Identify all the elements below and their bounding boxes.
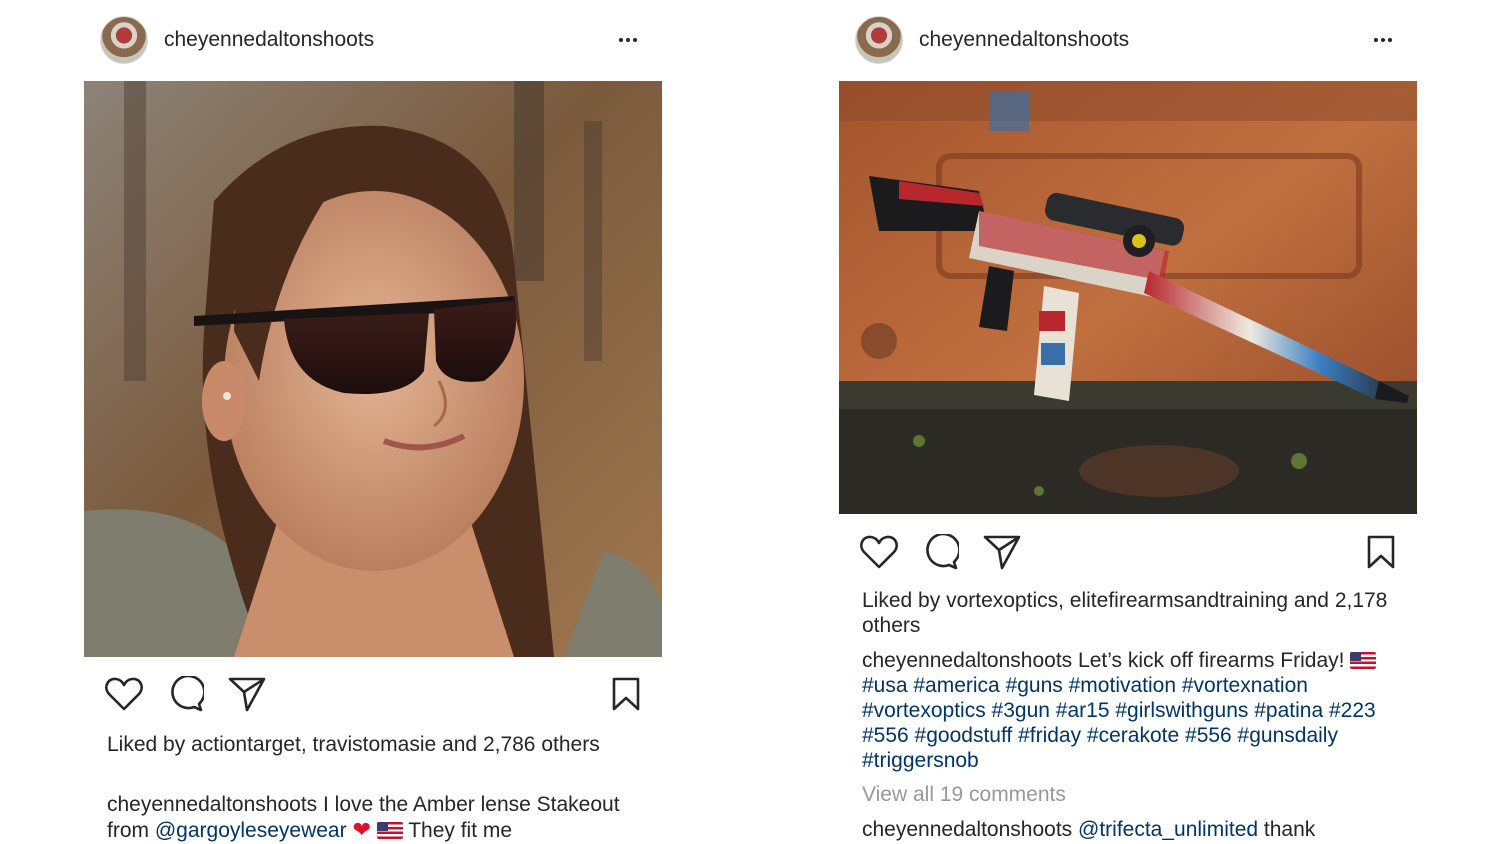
liked-by-user[interactable]: vortexoptics xyxy=(946,589,1058,612)
bookmark-icon[interactable] xyxy=(1359,530,1403,574)
post-header: cheyennedaltonshoots xyxy=(839,0,1417,81)
comment: cheyennedaltonshoots @trifecta_unlimited… xyxy=(862,817,1402,842)
more-options-icon[interactable] xyxy=(614,26,642,54)
caption-text: Let’s kick off firearms Friday! xyxy=(1078,649,1345,672)
us-flag-emoji-icon xyxy=(376,822,403,839)
post-header: cheyennedaltonshoots xyxy=(84,0,662,81)
comment-icon[interactable] xyxy=(919,530,963,574)
view-all-comments-link[interactable]: View all 19 comments xyxy=(862,782,1402,807)
us-flag-emoji-icon xyxy=(1350,652,1377,669)
likes-prefix: Liked by xyxy=(107,733,186,756)
likes-separator: , xyxy=(1058,589,1064,612)
post-actions xyxy=(84,672,662,716)
caption-username[interactable]: cheyennedaltonshoots xyxy=(862,649,1072,672)
red-heart-emoji-icon: ❤ xyxy=(352,817,371,842)
likes-prefix: Liked by xyxy=(862,589,941,612)
comment-mention[interactable]: @trifecta_unlimited xyxy=(1078,818,1258,841)
caption: cheyennedaltonshoots I love the Amber le… xyxy=(107,792,647,843)
likes-and: and xyxy=(442,733,478,756)
comment-username[interactable]: cheyennedaltonshoots xyxy=(862,818,1072,841)
post-left: cheyennedaltonshoots Liked by actiontarg… xyxy=(84,0,662,844)
share-icon[interactable] xyxy=(225,672,269,716)
heart-icon[interactable] xyxy=(102,672,146,716)
liked-by-user[interactable]: elitefirearmsandtraining xyxy=(1070,589,1288,612)
avatar[interactable] xyxy=(855,16,903,64)
likes-others[interactable]: others xyxy=(541,733,599,756)
caption-username[interactable]: cheyennedaltonshoots xyxy=(107,793,317,816)
post-right: cheyennedaltonshoots Liked by vortexopti… xyxy=(839,0,1417,844)
likes-separator: , xyxy=(300,733,307,756)
bookmark-icon[interactable] xyxy=(604,672,648,716)
rifle-image xyxy=(839,81,1417,514)
caption-mention[interactable]: @gargoyleseyewear xyxy=(155,819,347,842)
avatar[interactable] xyxy=(100,16,148,64)
caption-hashtags[interactable]: #usa #america #guns #motivation #vortexn… xyxy=(862,674,1376,772)
likes-line: Liked by actiontarget, travistomasie and… xyxy=(107,732,647,757)
likes-line: Liked by vortexoptics, elitefirearmsandt… xyxy=(862,588,1402,638)
post-photo-portrait[interactable] xyxy=(84,81,662,657)
post-username[interactable]: cheyennedaltonshoots xyxy=(919,26,1129,54)
caption: cheyennedaltonshoots Let’s kick off fire… xyxy=(862,648,1402,773)
caption-text-end: They fit me xyxy=(408,819,513,842)
post-photo-rifle[interactable] xyxy=(839,81,1417,514)
likes-and: and xyxy=(1293,589,1329,612)
comment-icon[interactable] xyxy=(164,672,208,716)
post-username[interactable]: cheyennedaltonshoots xyxy=(164,26,374,54)
liked-by-user[interactable]: actiontarget xyxy=(191,733,301,756)
likes-count[interactable]: 2,786 xyxy=(483,733,536,756)
post-actions xyxy=(839,530,1417,574)
more-options-icon[interactable] xyxy=(1369,26,1397,54)
share-icon[interactable] xyxy=(980,530,1024,574)
comment-text: thank xyxy=(1263,818,1316,841)
heart-icon[interactable] xyxy=(857,530,901,574)
liked-by-user[interactable]: travistomasie xyxy=(313,733,437,756)
portrait-image xyxy=(84,81,662,657)
